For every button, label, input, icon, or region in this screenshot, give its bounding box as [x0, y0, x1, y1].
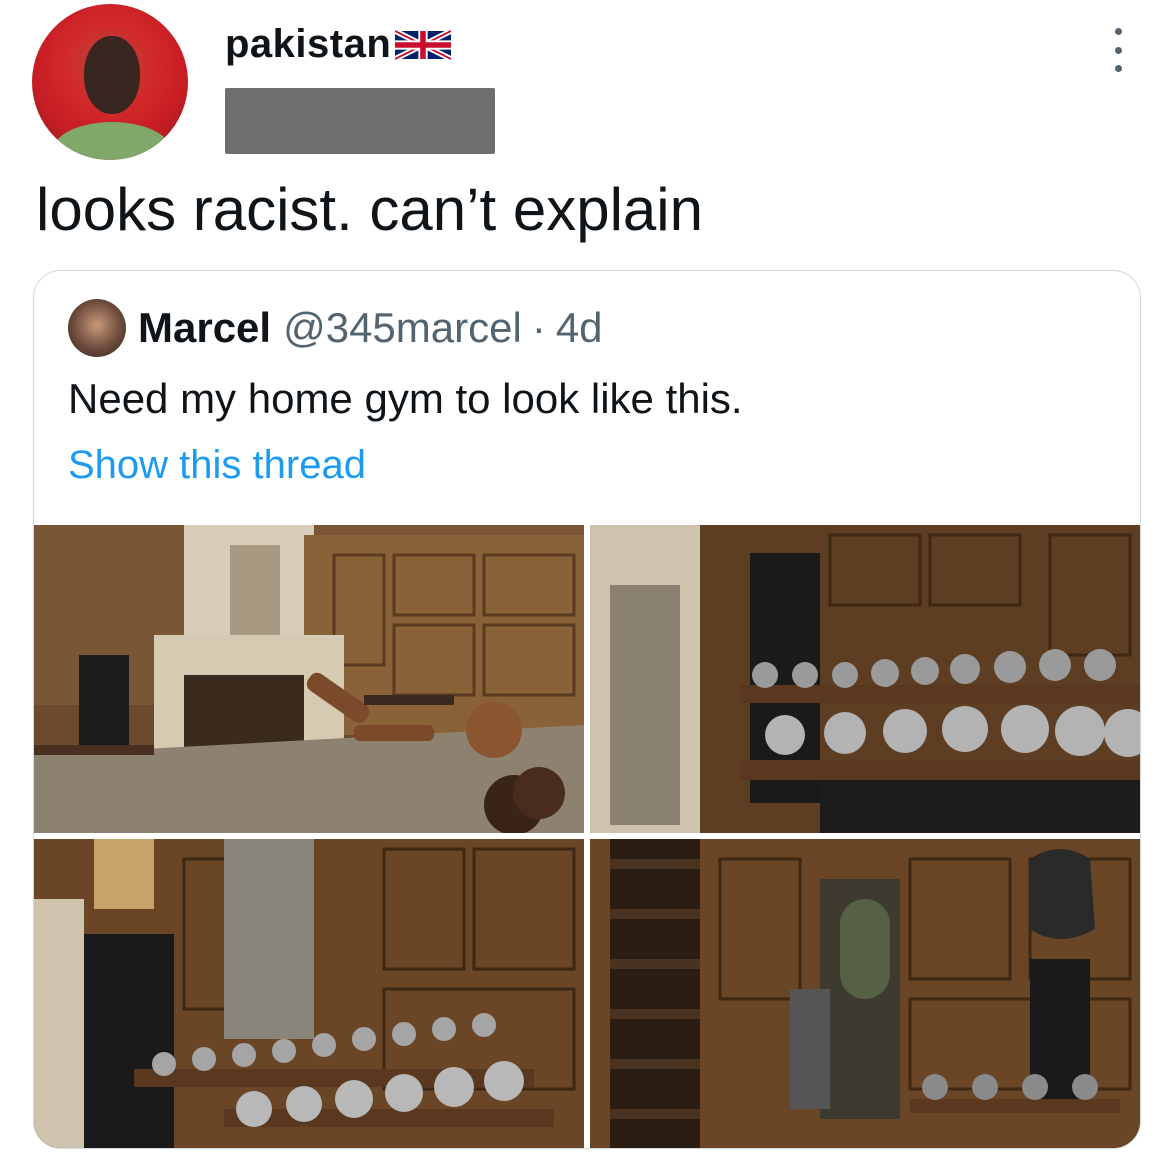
separator-dot: · [531, 304, 546, 351]
tweet-text: looks racist. can’t explain [36, 176, 703, 243]
tweet-author-avatar[interactable] [32, 4, 188, 160]
quoted-author-avatar[interactable] [68, 299, 126, 357]
avatar-face [84, 36, 140, 114]
author-name-text: pakistan [225, 22, 392, 66]
gym-photo-2[interactable] [590, 525, 1140, 833]
redacted-handle-box [225, 88, 495, 154]
tweet-author-name[interactable]: pakistan [225, 22, 452, 67]
quoted-tweet-time[interactable]: 4d [556, 304, 603, 352]
quoted-tweet-card[interactable]: Marcel @345marcel · 4d Need my home gym … [33, 270, 1141, 1149]
gym-photo-3[interactable] [34, 839, 584, 1148]
quoted-tweet-header: Marcel @345marcel · 4d [68, 299, 603, 357]
gym-photo-4[interactable] [590, 839, 1140, 1148]
media-grid [34, 525, 1140, 1148]
uk-flag-icon [395, 27, 452, 62]
more-options-icon[interactable] [1108, 28, 1128, 72]
show-thread-link[interactable]: Show this thread [68, 443, 366, 488]
gym-photo-1[interactable] [34, 525, 584, 833]
avatar-shoulder [52, 122, 172, 160]
quoted-author-name[interactable]: Marcel [138, 304, 271, 352]
quoted-tweet-text: Need my home gym to look like this. [68, 375, 743, 422]
quoted-author-handle[interactable]: @345marcel [283, 304, 522, 352]
